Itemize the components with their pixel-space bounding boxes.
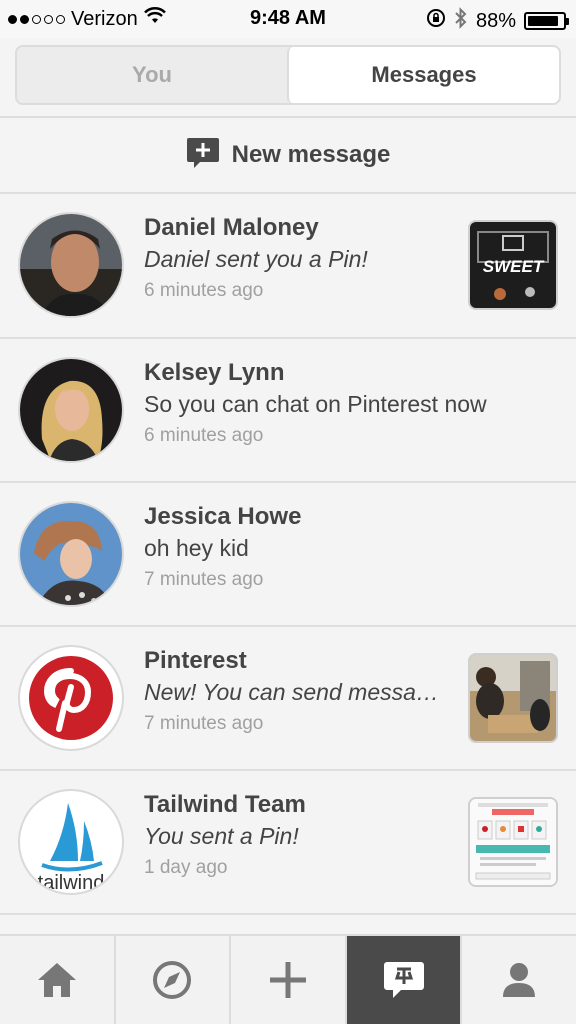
avatar xyxy=(18,212,124,318)
message-time: 7 minutes ago xyxy=(144,569,264,590)
pin-thumbnail[interactable] xyxy=(468,653,558,743)
pinterest-logo-icon xyxy=(29,656,113,740)
tab-you[interactable]: You xyxy=(17,47,287,103)
tab-explore[interactable] xyxy=(116,936,232,1024)
tab-messages[interactable]: Messages xyxy=(287,47,559,103)
battery-percent: 88% xyxy=(475,9,516,32)
explore-icon xyxy=(153,961,192,999)
add-icon xyxy=(269,962,306,998)
pin-thumbnail[interactable]: SWEET xyxy=(468,220,558,310)
divider xyxy=(0,913,576,915)
segmented-control: You Messages xyxy=(15,45,561,105)
avatar: tailwind xyxy=(18,789,124,895)
status-right: 88% xyxy=(426,7,569,35)
tab-add[interactable] xyxy=(231,936,347,1024)
tab-profile[interactable] xyxy=(462,936,576,1024)
tab-home[interactable] xyxy=(0,936,116,1024)
message-time: 6 minutes ago xyxy=(144,425,264,446)
messages-icon xyxy=(383,962,424,998)
bluetooth-icon xyxy=(454,7,468,35)
new-message-label: New message xyxy=(231,141,391,168)
new-message-icon xyxy=(186,136,220,175)
message-row-kelsey-lynn[interactable]: Kelsey Lynn So you can chat on Pinterest… xyxy=(0,339,576,481)
tailwind-wordmark: tailwind xyxy=(38,872,105,893)
message-time: 7 minutes ago xyxy=(144,713,264,734)
battery-icon xyxy=(524,12,569,30)
avatar xyxy=(18,645,124,751)
avatar xyxy=(18,501,124,607)
tailwind-logo-icon: tailwind xyxy=(38,803,105,893)
new-message-button[interactable]: New message xyxy=(0,118,576,192)
sender-name: Kelsey Lynn xyxy=(144,359,285,386)
message-preview: oh hey kid xyxy=(144,535,249,561)
profile-icon xyxy=(503,963,536,997)
sender-name: Jessica Howe xyxy=(144,503,302,530)
message-time: 1 day ago xyxy=(144,857,228,878)
tab-messages-nav[interactable] xyxy=(346,936,463,1024)
pin-thumbnail[interactable] xyxy=(468,797,558,887)
message-preview: So you can chat on Pinterest now xyxy=(144,391,487,417)
sender-name: Daniel Maloney xyxy=(144,214,319,241)
message-row-pinterest[interactable]: Pinterest New! You can send messages 7 m… xyxy=(0,627,576,769)
message-preview: Daniel sent you a Pin! xyxy=(144,246,368,272)
thumb-text: SWEET xyxy=(483,257,545,276)
sender-name: Pinterest xyxy=(144,647,247,674)
message-time: 6 minutes ago xyxy=(144,280,264,301)
rotation-lock-icon xyxy=(426,8,446,34)
message-row-daniel-maloney[interactable]: Daniel Maloney Daniel sent you a Pin! 6 … xyxy=(0,194,576,336)
home-icon xyxy=(37,963,76,997)
message-row-tailwind-team[interactable]: tailwind Tailwind Team You sent a Pin! 1… xyxy=(0,771,576,913)
message-preview: New! You can send messages xyxy=(144,679,444,705)
status-bar: Verizon 9:48 AM 88% xyxy=(0,0,576,38)
message-row-jessica-howe[interactable]: Jessica Howe oh hey kid 7 minutes ago xyxy=(0,483,576,625)
avatar xyxy=(18,357,124,463)
message-preview: You sent a Pin! xyxy=(144,823,299,849)
sender-name: Tailwind Team xyxy=(144,791,306,818)
bottom-tab-bar xyxy=(0,934,576,1024)
